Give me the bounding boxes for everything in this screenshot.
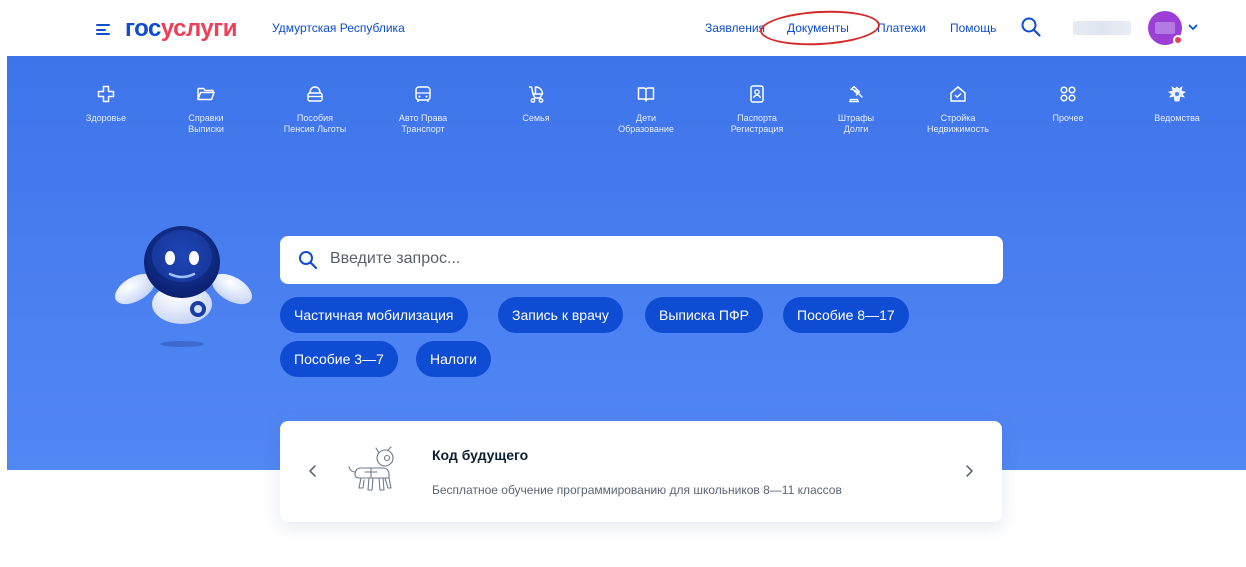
chip-benefit-3-7[interactable]: Пособие 3—7 <box>280 341 398 377</box>
category-health[interactable]: Здоровье <box>51 84 161 124</box>
category-certificates[interactable]: Справки Выписки <box>151 84 261 135</box>
category-children[interactable]: Дети Образование <box>591 84 701 135</box>
category-real-estate[interactable]: Стройка Недвижимость <box>903 84 1013 135</box>
category-other[interactable]: Прочее <box>1013 84 1123 124</box>
nav-payments[interactable]: Платежи <box>877 21 926 35</box>
stroller-icon <box>529 86 544 103</box>
nav-documents[interactable]: Документы <box>787 21 849 35</box>
house-icon <box>950 86 966 102</box>
chip-benefit-8-17[interactable]: Пособие 8—17 <box>783 297 909 333</box>
folder-icon <box>197 87 215 101</box>
nav-help[interactable]: Помощь <box>950 21 996 35</box>
promo-description: Бесплатное обучение программированию для… <box>432 483 842 497</box>
car-icon <box>415 86 431 102</box>
chevron-right-icon[interactable] <box>960 462 978 480</box>
chip-pfr-statement[interactable]: Выписка ПФР <box>645 297 763 333</box>
health-cross-icon <box>97 85 115 103</box>
search-icon <box>299 251 318 270</box>
category-agencies[interactable]: Ведомства <box>1122 84 1232 124</box>
chip-doctor-appointment[interactable]: Запись к врачу <box>498 297 623 333</box>
search-input[interactable]: Введите запрос... <box>280 236 1003 284</box>
chip-taxes[interactable]: Налоги <box>416 341 491 377</box>
purse-icon <box>307 86 323 102</box>
category-auto[interactable]: Авто Права Транспорт <box>368 84 478 135</box>
category-fines[interactable]: Штрафы Долги <box>801 84 911 135</box>
chevron-left-icon[interactable] <box>304 462 322 480</box>
book-icon <box>637 87 655 102</box>
robot-mascot-icon <box>115 226 252 347</box>
user-name-blurred[interactable] <box>1073 21 1131 35</box>
category-benefits[interactable]: Пособия Пенсия Льготы <box>260 84 370 135</box>
search-placeholder: Введите запрос... <box>330 250 461 267</box>
menu-icon[interactable] <box>96 24 110 35</box>
promo-card[interactable]: Код будущего Бесплатное обучение програм… <box>280 421 1002 522</box>
notification-dot-icon <box>1173 35 1183 45</box>
nav-statements[interactable]: Заявления <box>705 21 765 35</box>
search-icon[interactable] <box>1020 16 1042 38</box>
gosuslugi-logo[interactable]: госуслуги <box>125 15 238 42</box>
promo-title: Код будущего <box>432 447 529 463</box>
category-passports[interactable]: Паспорта Регистрация <box>702 84 812 135</box>
chevron-down-icon[interactable] <box>1187 21 1199 33</box>
page: госуслуги Удмуртская Республика Заявлени… <box>0 0 1246 567</box>
logo-part-uslugi: услуги <box>160 15 238 42</box>
hero-banner: Здоровье Справки Выписки Пособия Пенсия … <box>7 56 1246 470</box>
category-family[interactable]: Семья <box>481 84 591 124</box>
grid-icon <box>1060 86 1076 102</box>
chip-mobilization[interactable]: Частичная мобилизация <box>280 297 468 333</box>
top-header: госуслуги Удмуртская Республика Заявлени… <box>0 0 1246 56</box>
passport-icon <box>750 85 764 103</box>
robot-dog-icon <box>348 446 394 491</box>
gavel-icon <box>849 85 863 103</box>
logo-part-gos: гос <box>125 15 161 42</box>
coat-of-arms-icon <box>1168 86 1186 102</box>
region-selector[interactable]: Удмуртская Республика <box>272 21 405 35</box>
